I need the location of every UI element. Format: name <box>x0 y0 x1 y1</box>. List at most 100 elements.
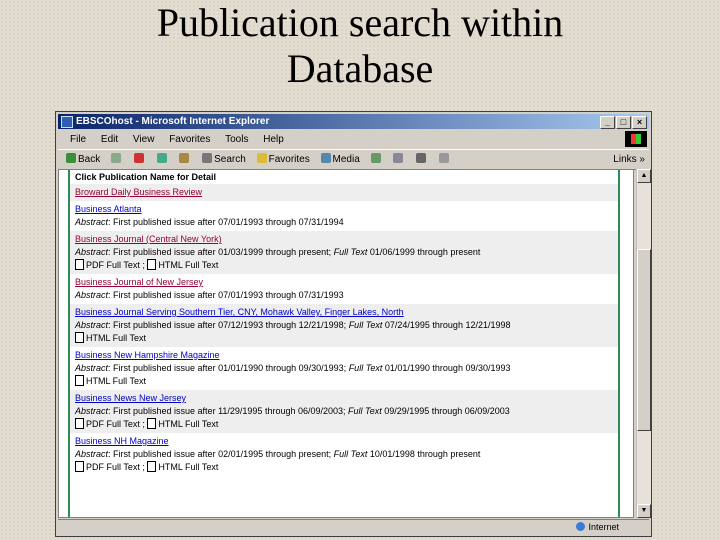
list-item: Business News New Jersey Abstract: First… <box>70 390 618 433</box>
print-button[interactable] <box>416 150 428 169</box>
window-title: EBSCOhost - Microsoft Internet Explorer <box>76 116 270 127</box>
slide-title-line2: Database <box>286 46 434 91</box>
pdf-icon <box>75 259 84 270</box>
pdf-icon <box>75 418 84 429</box>
coverage-text: : First published issue after 07/12/1993… <box>108 320 349 330</box>
html-icon <box>75 375 84 386</box>
list-header: Click Publication Name for Detail <box>75 172 217 182</box>
fulltext-label: Full Text <box>348 406 382 416</box>
favorites-button[interactable]: Favorites <box>256 150 310 169</box>
coverage-text: : First published issue after 07/01/1993… <box>108 217 344 227</box>
menu-file[interactable]: File <box>70 134 86 145</box>
globe-icon <box>576 522 586 531</box>
abstract-label: Abstract <box>75 363 109 373</box>
results-frame: Click Publication Name for Detail Browar… <box>68 170 620 517</box>
fulltext-label: Full Text <box>333 449 368 459</box>
fulltext-coverage: 01/06/1999 through present <box>367 247 481 257</box>
slide-title: Publication search within Database <box>0 0 720 92</box>
publication-link[interactable]: Business New Hampshire Magazine <box>75 350 220 360</box>
pdf-fulltext-link[interactable]: PDF Full Text <box>86 462 140 472</box>
html-fulltext-link[interactable]: HTML Full Text <box>158 419 218 429</box>
fulltext-label: Full Text <box>333 247 368 257</box>
list-item: Business New Hampshire Magazine Abstract… <box>70 347 618 390</box>
search-button[interactable]: Search <box>202 150 246 169</box>
list-item: Business Journal Serving Southern Tier, … <box>70 304 618 347</box>
list-item: Business Journal (Central New York) Abst… <box>70 231 618 274</box>
toolbar: Back Search Favorites Media Links » <box>58 149 649 170</box>
history-button[interactable] <box>370 150 383 169</box>
html-fulltext-link[interactable]: HTML Full Text <box>158 260 218 270</box>
list-item: Business Journal of New Jersey Abstract:… <box>70 274 618 304</box>
print-icon <box>416 153 427 163</box>
coverage-text: : First published issue after 01/03/1999… <box>108 247 334 257</box>
publication-link[interactable]: Business Atlanta <box>75 204 142 214</box>
forward-button[interactable] <box>111 150 123 169</box>
back-arrow-icon <box>66 153 76 163</box>
menu-edit[interactable]: Edit <box>101 134 118 145</box>
html-icon <box>147 418 157 429</box>
windows-logo-icon <box>625 131 647 147</box>
window-titlebar[interactable]: EBSCOhost - Microsoft Internet Explorer … <box>58 114 649 129</box>
publication-link[interactable]: Business News New Jersey <box>75 393 186 403</box>
vertical-scrollbar[interactable]: ▲ ▼ <box>636 169 651 518</box>
edit-page-button[interactable] <box>438 150 451 169</box>
refresh-icon <box>156 153 167 163</box>
page-content: Click Publication Name for Detail Browar… <box>58 169 634 518</box>
abstract-label: Abstract <box>75 290 109 300</box>
publication-link[interactable]: Business Journal of New Jersey <box>75 277 203 287</box>
fulltext-coverage: 10/01/1998 through present <box>367 449 481 459</box>
list-item: Business NH Magazine Abstract: First pub… <box>75 436 481 472</box>
publication-link[interactable]: Business Journal (Central New York) <box>75 234 222 244</box>
publication-link[interactable]: Business NH Magazine <box>75 436 169 446</box>
menu-tools[interactable]: Tools <box>225 134 248 145</box>
stop-button[interactable] <box>133 150 146 169</box>
coverage-text: : First published issue after 01/01/1990… <box>108 363 349 373</box>
menu-favorites[interactable]: Favorites <box>169 134 210 145</box>
publication-link[interactable]: Business Journal Serving Southern Tier, … <box>75 307 404 317</box>
fulltext-label: Full Text <box>348 320 383 330</box>
abstract-label: Abstract <box>75 247 109 257</box>
fulltext-coverage: 09/29/1995 through 06/09/2003 <box>381 406 510 416</box>
abstract-label: Abstract <box>75 217 109 227</box>
pdf-fulltext-link[interactable]: PDF Full Text <box>86 419 140 429</box>
html-fulltext-link[interactable]: HTML Full Text <box>86 376 146 386</box>
pdf-fulltext-link[interactable]: PDF Full Text <box>86 260 140 270</box>
coverage-text: : First published issue after 02/01/1995… <box>108 449 334 459</box>
list-item: Business Atlanta Abstract: First publish… <box>70 201 618 231</box>
html-icon <box>75 332 84 343</box>
media-button[interactable]: Media <box>320 150 360 169</box>
pdf-icon <box>75 461 84 472</box>
status-bar: Internet <box>58 519 649 534</box>
menu-view[interactable]: View <box>133 134 155 145</box>
links-button[interactable]: Links » <box>613 150 645 169</box>
close-button[interactable]: × <box>632 116 647 129</box>
coverage-text: : First published issue after 11/29/1995… <box>108 406 349 416</box>
mail-button[interactable] <box>393 150 405 169</box>
html-fulltext-link[interactable]: HTML Full Text <box>86 333 146 343</box>
abstract-label: Abstract <box>75 320 109 330</box>
fulltext-coverage: 07/24/1995 through 12/21/1998 <box>382 320 511 330</box>
edit-icon <box>438 153 449 163</box>
publication-link[interactable]: Broward Daily Business Review <box>75 187 202 197</box>
back-button[interactable]: Back <box>66 150 100 169</box>
coverage-text: : First published issue after 07/01/1993… <box>108 290 344 300</box>
forward-arrow-icon <box>111 153 122 163</box>
ie-icon <box>61 116 73 128</box>
list-item: Broward Daily Business Review <box>70 184 618 201</box>
menu-help[interactable]: Help <box>263 134 284 145</box>
scroll-down-button[interactable]: ▼ <box>637 504 651 518</box>
home-button[interactable] <box>179 150 191 169</box>
slide-title-line1: Publication search within <box>156 0 564 45</box>
media-icon <box>320 153 331 163</box>
minimize-button[interactable]: _ <box>600 116 615 129</box>
fulltext-coverage: 01/01/1990 through 09/30/1993 <box>382 363 511 373</box>
browser-window: EBSCOhost - Microsoft Internet Explorer … <box>55 111 652 537</box>
html-fulltext-link[interactable]: HTML Full Text <box>158 462 218 472</box>
scroll-thumb[interactable] <box>637 249 651 431</box>
html-icon <box>147 259 157 270</box>
history-icon <box>370 153 381 163</box>
scroll-up-button[interactable]: ▲ <box>637 169 651 183</box>
refresh-button[interactable] <box>156 150 169 169</box>
security-zone: Internet <box>576 520 619 534</box>
maximize-button[interactable]: □ <box>616 116 631 129</box>
